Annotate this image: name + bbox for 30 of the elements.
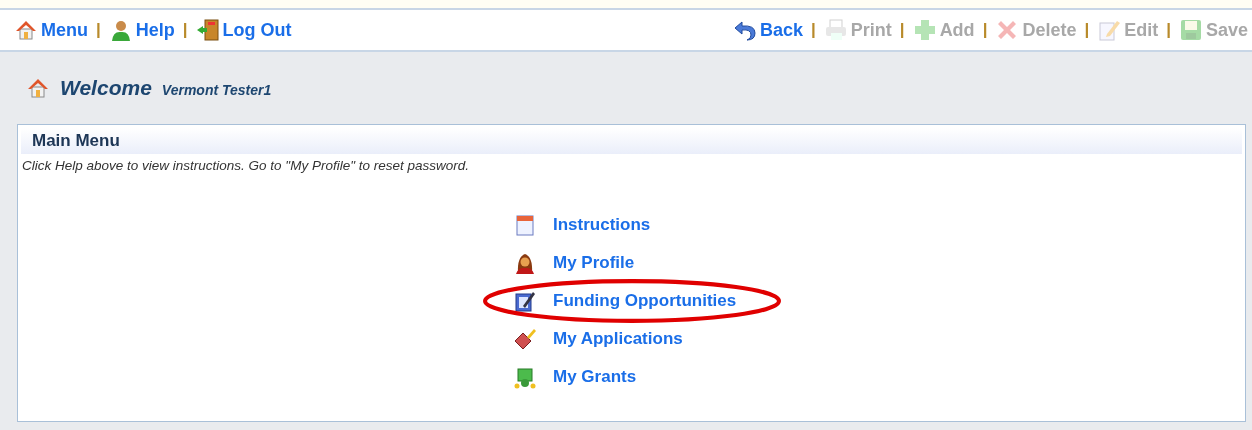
separator: | [1084,20,1090,40]
user-name: Vermont Tester1 [161,82,272,98]
brush-icon [513,327,537,351]
menu-link[interactable]: Instructions [553,215,651,235]
separator: | [982,20,988,40]
separator: | [96,20,101,40]
house-icon [26,76,50,100]
door-icon [195,18,220,42]
separator: | [811,20,816,40]
separator: | [899,20,905,40]
toolbar-button[interactable]: Log Out [195,18,292,42]
back-arrow-icon [733,18,758,42]
menu-link[interactable]: My Profile [553,253,635,273]
separator: | [1166,20,1171,40]
separator: | [182,20,188,40]
clipboard-icon [513,289,537,313]
calendar-icon [513,213,537,237]
toolbar-button[interactable]: Help [108,18,175,42]
help-text: Click Help above to view instructions. Go to "My Profile" to reset password. [21,157,470,175]
pencil-icon [1097,18,1122,42]
toolbar-button[interactable]: Menu [14,18,88,42]
plus-icon [912,18,937,42]
menu-link[interactable]: My Applications [553,329,683,349]
welcome-title: Welcome [60,76,152,100]
toolbar-button[interactable]: Back [733,18,804,42]
panel-title: Main Menu [32,131,120,151]
person-icon [513,251,537,275]
house-icon [14,18,38,42]
menu-link[interactable]: My Grants [553,367,637,387]
printer-icon [823,18,848,42]
